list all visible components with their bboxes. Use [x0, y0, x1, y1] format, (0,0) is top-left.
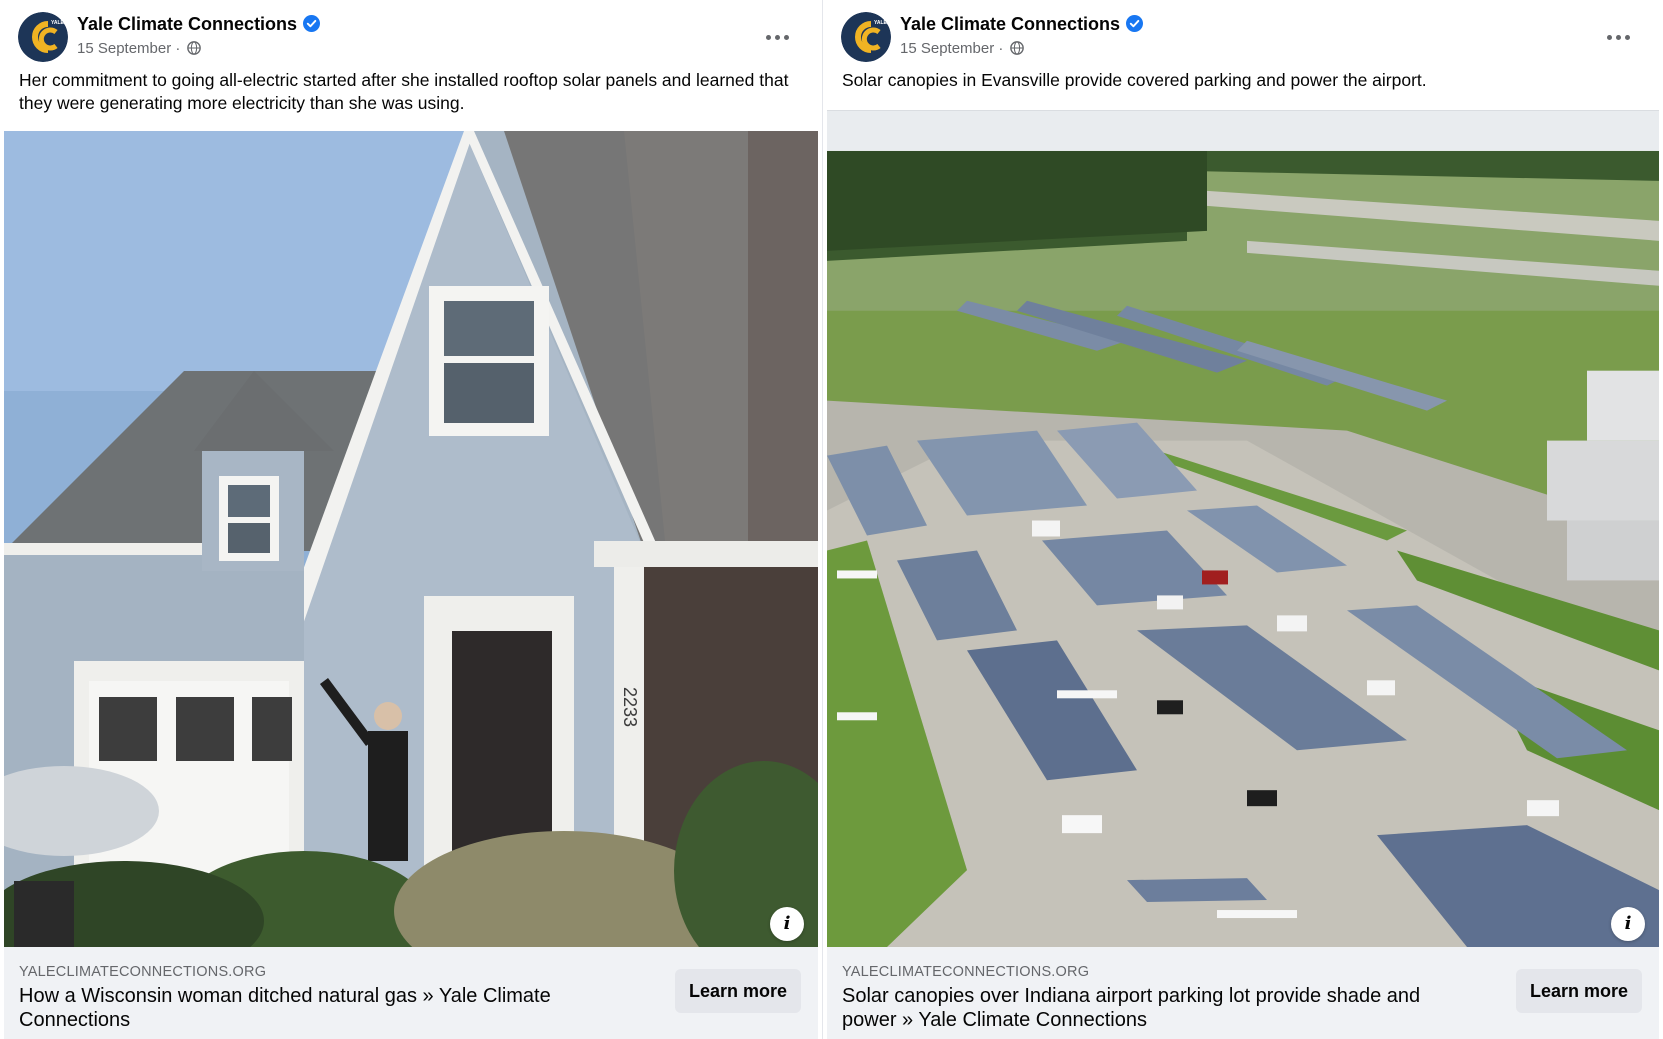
avatar-text: YALE: [874, 20, 888, 26]
post-card: YALE Yale Climate Connections 15 Septemb…: [0, 0, 822, 1039]
page-avatar[interactable]: YALE: [841, 12, 891, 62]
author-name[interactable]: Yale Climate Connections: [900, 14, 1144, 35]
globe-icon: [1009, 41, 1024, 55]
post-caption: Solar canopies in Evansville provide cov…: [842, 70, 1427, 90]
post-meta: 15 September ·: [900, 40, 1024, 57]
verified-badge-icon: [1126, 15, 1144, 32]
globe-icon: [186, 41, 201, 55]
page-avatar[interactable]: YALE: [18, 12, 68, 62]
more-options-icon[interactable]: [1601, 22, 1637, 52]
post-image[interactable]: 2233 i: [4, 131, 818, 947]
link-preview[interactable]: YALECLIMATECONNECTIONS.ORG How a Wiscons…: [4, 947, 818, 1039]
yale-logo-icon: YALE: [18, 12, 68, 62]
meta-separator: ·: [175, 40, 181, 57]
post-card: YALE Yale Climate Connections 15 Septemb…: [823, 0, 1663, 1039]
meta-separator: ·: [998, 40, 1004, 57]
post-image[interactable]: i: [827, 110, 1659, 947]
post-header: YALE Yale Climate Connections 15 Septemb…: [841, 12, 1645, 62]
avatar-text: YALE: [51, 20, 65, 26]
verified-badge-icon: [303, 15, 321, 32]
link-headline[interactable]: Solar canopies over Indiana airport park…: [842, 984, 1452, 1032]
learn-more-button[interactable]: Learn more: [1515, 969, 1642, 1013]
author-name-text[interactable]: Yale Climate Connections: [900, 14, 1120, 34]
post-date[interactable]: 15 September: [900, 40, 994, 57]
link-domain: YALECLIMATECONNECTIONS.ORG: [842, 964, 1090, 980]
yale-logo-icon: YALE: [841, 12, 891, 62]
learn-more-button[interactable]: Learn more: [674, 969, 801, 1013]
author-name-text[interactable]: Yale Climate Connections: [77, 14, 297, 34]
airport-solar-photo: [827, 111, 1659, 947]
ad-info-icon[interactable]: i: [770, 907, 804, 941]
house-number: 2233: [620, 687, 640, 727]
link-preview[interactable]: YALECLIMATECONNECTIONS.ORG Solar canopie…: [827, 947, 1659, 1039]
link-domain: YALECLIMATECONNECTIONS.ORG: [19, 964, 267, 980]
house-photo: 2233: [4, 131, 818, 947]
link-headline[interactable]: How a Wisconsin woman ditched natural ga…: [19, 984, 629, 1032]
ad-info-icon[interactable]: i: [1611, 907, 1645, 941]
more-options-icon[interactable]: [760, 22, 796, 52]
post-meta: 15 September ·: [77, 40, 201, 57]
post-date[interactable]: 15 September: [77, 40, 171, 57]
author-name[interactable]: Yale Climate Connections: [77, 14, 321, 35]
post-caption: Her commitment to going all-electric sta…: [19, 70, 789, 113]
post-header: YALE Yale Climate Connections 15 Septemb…: [18, 12, 804, 62]
